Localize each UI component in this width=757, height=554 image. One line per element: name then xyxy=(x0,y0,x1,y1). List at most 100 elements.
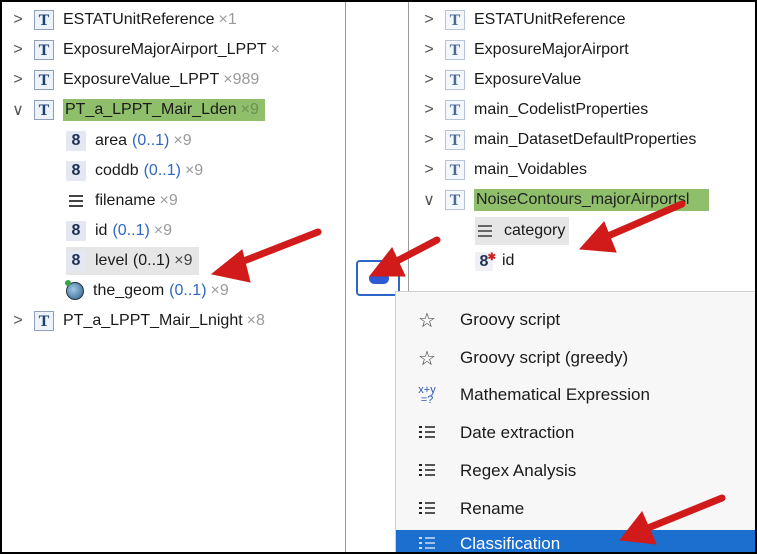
menu-item-label: Mathematical Expression xyxy=(460,385,650,404)
instance-count: ×8 xyxy=(246,312,265,329)
source-type-exposuremajorairport[interactable]: > T ExposureMajorAirport_LPPT × xyxy=(10,36,280,64)
source-schema-tree: > T ESTATUnitReference ×1 > T ExposureMa… xyxy=(2,2,345,552)
pane-divider[interactable] xyxy=(345,2,346,552)
integer-icon: 8 xyxy=(66,221,86,241)
chevron-right-icon[interactable]: > xyxy=(421,131,437,149)
target-type-main-codelistproperties[interactable]: > T main_CodelistProperties xyxy=(421,96,648,124)
geometry-icon xyxy=(65,280,84,300)
property-name: category xyxy=(504,222,566,239)
target-type-main-datasetdefaultproperties[interactable]: > T main_DatasetDefaultProperties xyxy=(421,126,696,154)
type-icon: T xyxy=(34,40,54,60)
list-icon xyxy=(412,422,442,445)
cardinality: (0..1) xyxy=(169,282,207,299)
type-name: main_CodelistProperties xyxy=(474,101,649,118)
instance-count: ×9 xyxy=(153,222,173,239)
target-type-noisecontours[interactable]: ∨ T NoiseContours_majorAirportsl xyxy=(421,186,710,214)
function-menu: ☆ Groovy script ☆ Groovy script (greedy)… xyxy=(395,291,755,553)
required-marker-icon: ✱ xyxy=(487,251,496,263)
cardinality: (0..1) xyxy=(132,252,171,269)
target-property-id[interactable]: 8 ✱ id xyxy=(475,247,514,275)
integer-icon: 8 xyxy=(66,131,86,151)
cardinality: (0..1) xyxy=(112,222,150,239)
type-name: PT_a_LPPT_Mair_Lden xyxy=(65,101,237,118)
chevron-down-icon[interactable]: ∨ xyxy=(10,100,26,120)
target-type-estatunitreference[interactable]: > T ESTATUnitReference xyxy=(421,6,625,34)
chevron-right-icon[interactable]: > xyxy=(421,71,437,89)
chevron-right-icon[interactable]: > xyxy=(10,71,26,89)
type-name: ExposureValue_LPPT xyxy=(63,71,220,88)
target-property-category[interactable]: category xyxy=(475,217,570,245)
chevron-right-icon[interactable]: > xyxy=(421,101,437,119)
list-icon xyxy=(412,460,442,483)
source-property-level[interactable]: 8 level (0..1) ×9 xyxy=(66,247,199,275)
menu-item-rename[interactable]: Rename xyxy=(396,491,755,527)
string-icon xyxy=(66,191,86,211)
cardinality: (0..1) xyxy=(143,162,181,179)
type-name: ExposureMajorAirport xyxy=(474,41,629,58)
source-type-pt-a-lppt-mair-lden[interactable]: ∨ T PT_a_LPPT_Mair_Lden ×9 xyxy=(10,96,265,124)
source-type-estatunitreference[interactable]: > T ESTATUnitReference ×1 xyxy=(10,6,237,34)
cardinality: (0..1) xyxy=(132,132,170,149)
function-wizard-icon xyxy=(369,273,389,284)
source-property-the-geom[interactable]: the_geom (0..1) ×9 xyxy=(65,277,229,305)
instance-count: ×9 xyxy=(159,192,178,209)
instance-count: ×9 xyxy=(210,282,229,299)
type-icon: T xyxy=(445,160,465,180)
integer-icon: 8 ✱ xyxy=(475,251,496,271)
instance-count: ×9 xyxy=(184,162,204,179)
type-icon: T xyxy=(34,70,54,90)
chevron-right-icon[interactable]: > xyxy=(421,161,437,179)
menu-item-regex-analysis[interactable]: Regex Analysis xyxy=(396,453,755,489)
chevron-down-icon[interactable]: ∨ xyxy=(421,190,437,210)
instance-count: ×1 xyxy=(218,11,237,28)
chevron-right-icon[interactable]: > xyxy=(10,41,26,59)
source-property-area[interactable]: 8 area (0..1) ×9 xyxy=(66,127,192,155)
menu-item-classification[interactable]: Classification xyxy=(396,530,755,553)
source-property-id[interactable]: 8 id (0..1) ×9 xyxy=(66,217,172,245)
source-type-exposurevalue[interactable]: > T ExposureValue_LPPT ×989 xyxy=(10,66,259,94)
type-name: main_Voidables xyxy=(474,161,587,178)
property-name: the_geom xyxy=(93,282,165,299)
function-wizard-button[interactable] xyxy=(356,260,400,296)
target-type-exposuremajorairport[interactable]: > T ExposureMajorAirport xyxy=(421,36,629,64)
property-name: filename xyxy=(95,192,156,209)
type-name: ESTATUnitReference xyxy=(474,11,626,28)
menu-item-mathematical-expression[interactable]: x+y =? Mathematical Expression xyxy=(396,377,755,413)
menu-item-groovy-script[interactable]: ☆ Groovy script xyxy=(396,302,755,338)
type-icon: T xyxy=(34,100,54,120)
selected-type-highlight: PT_a_LPPT_Mair_Lden ×9 xyxy=(63,99,265,121)
chevron-right-icon[interactable]: > xyxy=(10,11,26,29)
chevron-right-icon[interactable]: > xyxy=(421,41,437,59)
source-property-coddb[interactable]: 8 coddb (0..1) ×9 xyxy=(66,157,203,185)
source-property-filename[interactable]: filename ×9 xyxy=(66,187,178,215)
menu-item-label: Groovy script (greedy) xyxy=(460,348,629,367)
type-name: ESTATUnitReference xyxy=(63,11,215,28)
menu-item-label: Groovy script xyxy=(460,310,561,329)
instance-count: ×989 xyxy=(223,71,260,88)
source-type-pt-a-lppt-mair-lnight[interactable]: > T PT_a_LPPT_Mair_Lnight ×8 xyxy=(10,307,265,335)
mapping-editor: > T ESTATUnitReference ×1 > T ExposureMa… xyxy=(0,0,757,554)
type-icon: T xyxy=(445,100,465,120)
menu-item-date-extraction[interactable]: Date extraction xyxy=(396,415,755,451)
star-outline-icon: ☆ xyxy=(418,309,436,332)
math-expression-icon: x+y =? xyxy=(418,384,436,406)
type-icon: T xyxy=(445,70,465,90)
chevron-right-icon[interactable]: > xyxy=(421,11,437,29)
instance-count: ×9 xyxy=(173,132,192,149)
type-name: ExposureMajorAirport_LPPT xyxy=(63,41,267,58)
menu-item-label: Rename xyxy=(460,499,525,518)
property-name: id xyxy=(502,252,515,269)
list-icon xyxy=(412,498,442,521)
integer-icon: 8 xyxy=(66,161,86,181)
target-type-exposurevalue[interactable]: > T ExposureValue xyxy=(421,66,581,94)
instance-count: ×9 xyxy=(240,101,259,118)
menu-item-groovy-script-greedy[interactable]: ☆ Groovy script (greedy) xyxy=(396,340,755,376)
type-name: PT_a_LPPT_Mair_Lnight xyxy=(63,312,243,329)
target-type-main-voidables[interactable]: > T main_Voidables xyxy=(421,156,587,184)
list-icon xyxy=(412,533,442,553)
chevron-right-icon[interactable]: > xyxy=(10,312,26,330)
string-icon xyxy=(475,221,495,241)
type-name: NoiseContours_majorAirportsl xyxy=(474,189,710,211)
type-icon: T xyxy=(34,311,54,331)
type-icon: T xyxy=(445,130,465,150)
